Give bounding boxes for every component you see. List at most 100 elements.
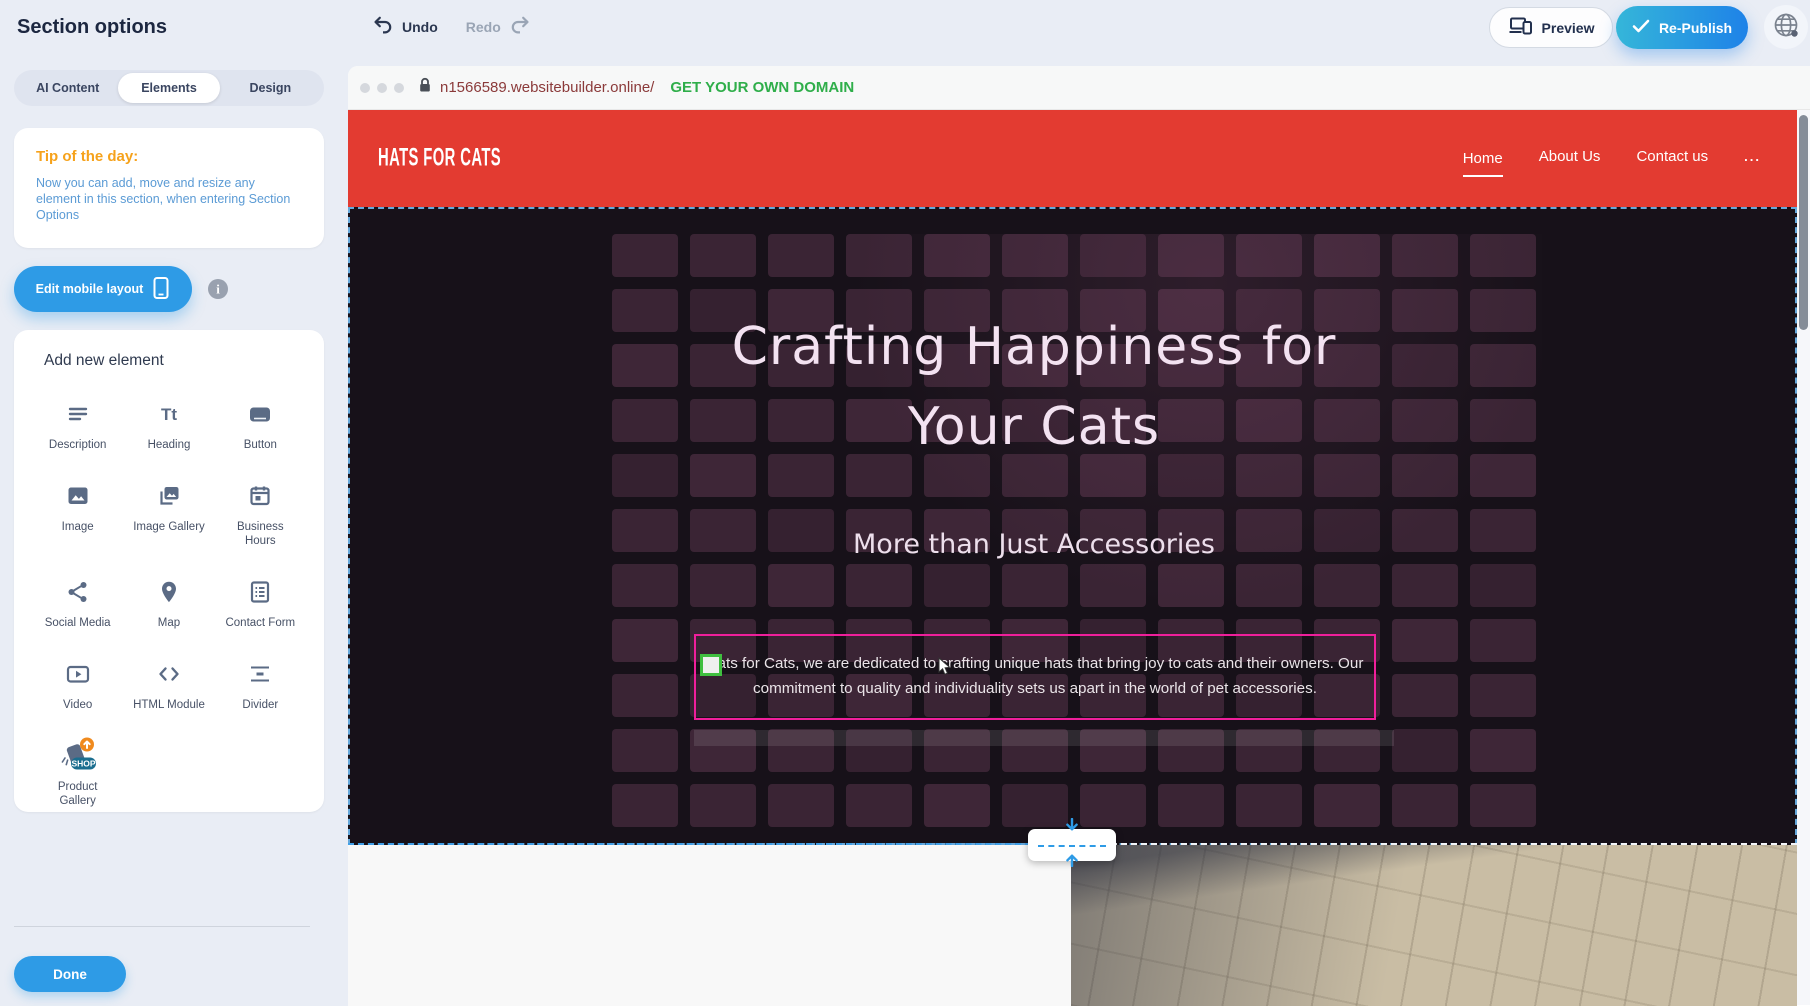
add-element-label: Contact Form xyxy=(225,616,295,630)
hero-subheading[interactable]: More than Just Accessories xyxy=(704,529,1364,560)
panel-title: Section options xyxy=(17,16,167,39)
resize-dash-line xyxy=(1038,845,1106,847)
product-gallery-icon: SHOP xyxy=(57,736,99,776)
tip-body: Now you can add, move and resize any ele… xyxy=(36,175,298,223)
element-drag-handle[interactable] xyxy=(700,654,722,676)
undo-button[interactable]: Undo xyxy=(372,15,438,38)
add-element-map[interactable]: Map xyxy=(123,572,214,630)
add-element-business-hours[interactable]: Business Hours xyxy=(215,476,306,548)
undo-icon xyxy=(372,15,394,38)
element-ghost-placeholder xyxy=(694,730,1394,746)
tip-title: Tip of the day: xyxy=(36,148,302,165)
hero-tile xyxy=(1392,674,1458,717)
hero-tile xyxy=(1392,729,1458,772)
hero-tile xyxy=(1392,564,1458,607)
hero-tile xyxy=(924,564,990,607)
add-element-label: Heading xyxy=(148,438,191,452)
preview-button[interactable]: Preview xyxy=(1489,7,1613,48)
add-element-html-module[interactable]: HTML Module xyxy=(123,654,214,712)
add-element-product-gallery[interactable]: SHOPProduct Gallery xyxy=(32,736,123,808)
tab-design[interactable]: Design xyxy=(220,73,321,103)
hero-tile xyxy=(1470,454,1536,497)
get-domain-link[interactable]: GET YOUR OWN DOMAIN xyxy=(670,79,854,96)
site-logo[interactable]: HATS FOR CATS xyxy=(378,144,501,173)
hero-tile xyxy=(768,564,834,607)
add-element-title: Add new element xyxy=(32,352,306,370)
add-element-heading[interactable]: TtHeading xyxy=(123,394,214,452)
redo-button[interactable]: Redo xyxy=(466,15,531,38)
browser-scrollbar[interactable] xyxy=(1797,110,1810,1005)
scrollbar-thumb[interactable] xyxy=(1799,115,1808,330)
window-dots xyxy=(360,83,404,93)
site-canvas: HATS FOR CATS HomeAbout UsContact us... … xyxy=(348,110,1797,1005)
site-url: n1566589.websitebuilder.online/ xyxy=(440,79,654,96)
panel-tabs: AI ContentElementsDesign xyxy=(14,70,324,106)
video-icon xyxy=(65,654,91,694)
hero-tile xyxy=(1392,784,1458,827)
done-button[interactable]: Done xyxy=(14,956,126,992)
hero-tile xyxy=(1236,234,1302,277)
add-element-label: Map xyxy=(158,616,180,630)
lock-icon xyxy=(418,77,432,98)
hero-tile xyxy=(612,784,678,827)
add-element-social-media[interactable]: Social Media xyxy=(32,572,123,630)
hero-tile xyxy=(1392,619,1458,662)
business-hours-icon xyxy=(247,476,273,516)
hero-tile xyxy=(1470,619,1536,662)
republish-button[interactable]: Re-Publish xyxy=(1616,6,1748,49)
hero-tile xyxy=(1392,344,1458,387)
hero-tile xyxy=(924,234,990,277)
hero-heading[interactable]: Crafting Happiness for Your Cats xyxy=(704,307,1364,467)
nav-item-more[interactable]: ... xyxy=(1744,149,1761,168)
devices-icon xyxy=(1508,16,1533,39)
section-resize-handle[interactable] xyxy=(1028,829,1116,861)
hero-tile xyxy=(1392,509,1458,552)
add-element-grid: DescriptionTtHeading Button ImageImage Gal… xyxy=(32,394,306,808)
done-label: Done xyxy=(53,967,87,982)
add-element-label: Button xyxy=(244,438,277,452)
next-section xyxy=(348,845,1797,1006)
nav-item-contact-us[interactable]: Contact us xyxy=(1636,148,1708,169)
arrow-up-icon xyxy=(1065,852,1079,872)
nav-item-about-us[interactable]: About Us xyxy=(1539,148,1601,169)
edit-mobile-layout-button[interactable]: Edit mobile layout xyxy=(14,266,192,312)
add-element-label: Social Media xyxy=(45,616,111,630)
add-element-button[interactable]: Button xyxy=(215,394,306,452)
tab-elements[interactable]: Elements xyxy=(118,73,219,103)
language-globe-button[interactable] xyxy=(1764,5,1808,49)
hero-tile xyxy=(1236,784,1302,827)
add-element-divider[interactable]: Divider xyxy=(215,654,306,712)
add-element-contact-form[interactable]: Contact Form xyxy=(215,572,306,630)
hero-tile xyxy=(690,564,756,607)
add-element-image[interactable]: Image xyxy=(32,476,123,548)
hero-tile xyxy=(612,399,678,442)
add-element-video[interactable]: Video xyxy=(32,654,123,712)
undo-label: Undo xyxy=(402,19,438,35)
nav-item-home[interactable]: Home xyxy=(1463,150,1503,177)
add-element-label: Divider xyxy=(242,698,278,712)
section-options-panel: Section options AI ContentElementsDesign… xyxy=(0,0,348,1006)
add-element-description[interactable]: Description xyxy=(32,394,123,452)
tab-ai-content[interactable]: AI Content xyxy=(17,73,118,103)
hero-tile xyxy=(1314,564,1380,607)
hero-section-selected[interactable]: Crafting Happiness for Your Cats More th… xyxy=(348,207,1797,845)
hero-tile xyxy=(690,234,756,277)
add-element-image-gallery[interactable]: Image Gallery xyxy=(123,476,214,548)
hero-tile xyxy=(1314,784,1380,827)
hero-tile xyxy=(1080,784,1146,827)
hero-tile xyxy=(612,619,678,662)
hero-tile xyxy=(1470,399,1536,442)
next-section-photo xyxy=(1071,845,1797,1006)
hero-tile xyxy=(846,784,912,827)
map-icon xyxy=(156,572,182,612)
site-header: HATS FOR CATS Home About Us Contact us... xyxy=(348,110,1797,207)
info-icon[interactable]: i xyxy=(206,277,230,301)
selected-text-element[interactable]: Hats for Cats, we are dedicated to craft… xyxy=(694,634,1376,720)
hero-tile xyxy=(1392,399,1458,442)
browser-chrome: n1566589.websitebuilder.online/ GET YOUR… xyxy=(348,66,1810,110)
hero-tile xyxy=(612,509,678,552)
hero-tile xyxy=(612,564,678,607)
image-gallery-icon xyxy=(156,476,182,516)
add-element-card: Add new element DescriptionTtHeading Butt… xyxy=(14,330,324,812)
add-element-label: HTML Module xyxy=(133,698,205,712)
